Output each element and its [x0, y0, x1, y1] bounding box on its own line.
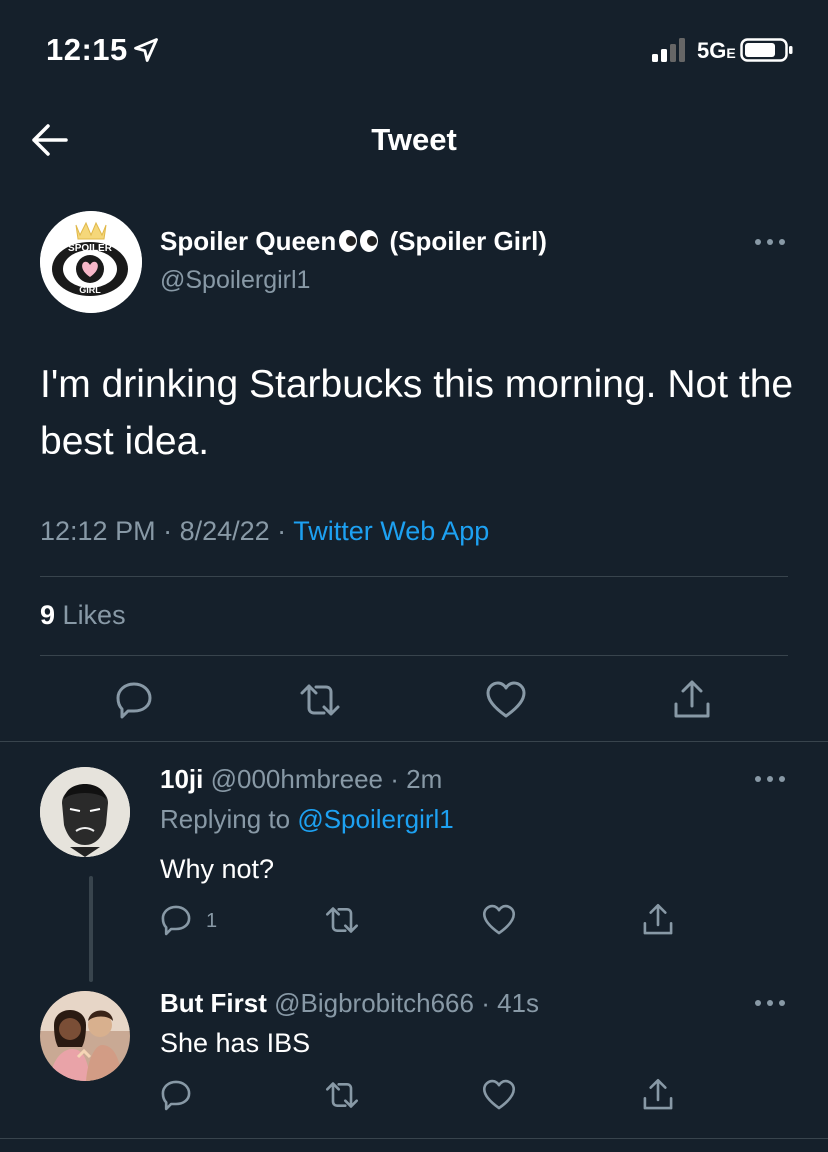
replying-to-mention[interactable]: @Spoilergirl1 — [297, 804, 453, 834]
svg-text:SPOILER: SPOILER — [68, 243, 113, 254]
svg-text:GIRL: GIRL — [79, 285, 101, 295]
eyes-emoji-icon — [339, 230, 379, 252]
status-time: 12:15 — [46, 32, 128, 67]
reply-author-handle[interactable]: @000hmbreee — [211, 764, 383, 794]
share-icon[interactable] — [640, 902, 676, 938]
avatar-photo-icon — [40, 991, 130, 1081]
reply-header: But First @Bigbrobitch666 · 41s — [160, 988, 540, 1018]
more-options-icon[interactable] — [753, 236, 787, 248]
avatar-illustration-icon — [40, 767, 130, 857]
reply-author-name[interactable]: But First — [160, 988, 267, 1018]
reply-avatar[interactable] — [40, 767, 130, 857]
tweet-timestamp: 12:12 PM · 8/24/22 · Twitter Web App — [40, 516, 490, 546]
author-handle[interactable]: @Spoilergirl1 — [160, 266, 310, 295]
like-heart-icon[interactable] — [481, 1077, 517, 1113]
like-heart-icon[interactable] — [481, 902, 517, 938]
reply-header: 10ji @000hmbreee · 2m — [160, 764, 443, 794]
author-name[interactable]: Spoiler Queen (Spoiler Girl) — [160, 226, 547, 257]
reply-text: She has IBS — [160, 1028, 311, 1058]
likes-count[interactable]: 9 Likes — [40, 600, 126, 631]
reply-text: Why not? — [160, 854, 275, 884]
tweet-text: I'm drinking Starbucks this morning. Not… — [40, 363, 794, 463]
reply-icon[interactable] — [158, 1077, 194, 1113]
reply-age: 2m — [406, 764, 443, 794]
divider — [40, 576, 788, 577]
status-bar: 12:15 5GE — [0, 0, 828, 100]
retweet-icon[interactable] — [324, 1077, 360, 1113]
reply-avatar[interactable] — [40, 991, 130, 1081]
location-arrow-icon — [134, 38, 158, 62]
retweet-icon[interactable] — [298, 678, 342, 722]
share-icon[interactable] — [640, 1077, 676, 1113]
retweet-icon[interactable] — [324, 902, 360, 938]
replying-to: Replying to @Spoilergirl1 — [160, 804, 454, 834]
thread-connector — [89, 876, 93, 982]
reply-author-name[interactable]: 10ji — [160, 764, 203, 794]
cellular-signal-icon — [652, 38, 685, 62]
spoiler-girl-logo-icon: SPOILER GIRL — [40, 211, 142, 313]
reply-icon[interactable] — [158, 902, 194, 938]
header: Tweet — [0, 100, 828, 185]
more-options-icon[interactable] — [753, 773, 787, 785]
more-options-icon[interactable] — [753, 997, 787, 1009]
reply-icon[interactable] — [112, 678, 156, 722]
battery-icon — [740, 38, 793, 62]
divider — [0, 741, 828, 742]
page-title: Tweet — [371, 122, 457, 157]
divider — [0, 1138, 828, 1139]
reply-count: 1 — [206, 910, 218, 932]
divider — [40, 655, 788, 656]
reply-age: 41s — [497, 988, 540, 1018]
reply-author-handle[interactable]: @Bigbrobitch666 — [274, 988, 474, 1018]
network-type: 5GE — [697, 38, 736, 63]
tweet-source-link[interactable]: Twitter Web App — [293, 516, 489, 546]
author-avatar[interactable]: SPOILER GIRL — [40, 211, 142, 313]
share-icon[interactable] — [670, 678, 714, 722]
like-heart-icon[interactable] — [484, 678, 528, 722]
